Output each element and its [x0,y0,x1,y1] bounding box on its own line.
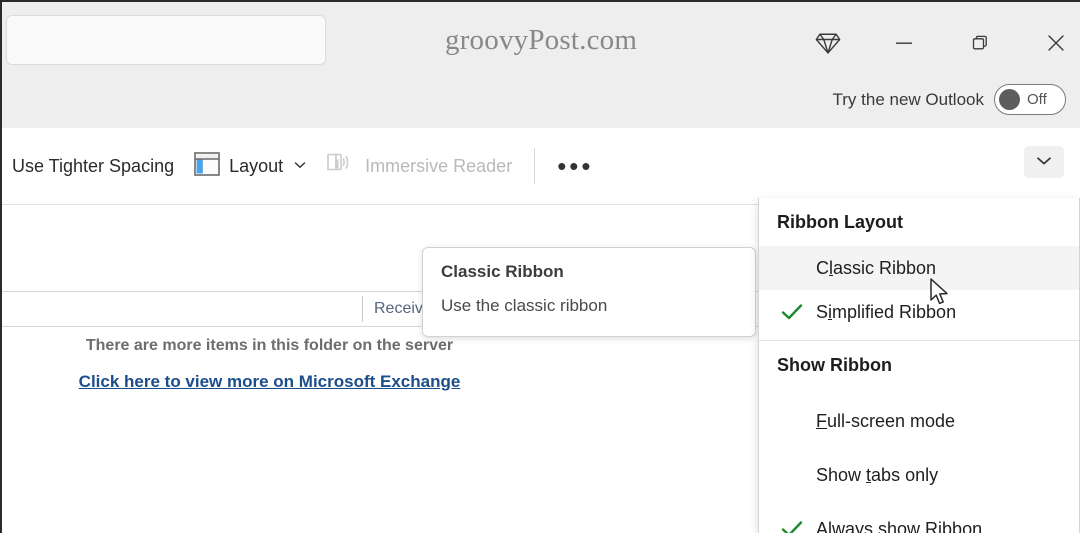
title-bar: groovyPost.com Try the new Outlook Off [2,2,1080,128]
try-new-outlook[interactable]: Try the new Outlook Off [832,84,1066,115]
menu-item-label: Show tabs only [816,464,939,485]
immersive-reader-button: Immersive Reader [316,144,522,188]
outlook-window: groovyPost.com Try the new Outlook Off U… [0,0,1080,533]
checkmark-icon [779,302,805,322]
tooltip-title: Classic Ribbon [441,262,564,281]
try-new-outlook-toggle[interactable]: Off [994,84,1066,115]
classic-ribbon-tooltip: Classic Ribbon Use the classic ribbon [422,247,756,337]
menu-item-label: Classic Ribbon [816,257,937,278]
try-new-outlook-label: Try the new Outlook [832,89,985,109]
menu-group-title-ribbon-layout: Ribbon Layout [777,211,903,232]
restore-icon [969,32,991,54]
search-box[interactable] [6,15,326,65]
menu-spacer [759,497,1079,507]
column-divider[interactable] [362,296,363,322]
view-more-on-exchange-link[interactable]: Click here to view more on Microsoft Exc… [2,372,537,392]
close-button[interactable] [1018,20,1080,66]
chevron-down-icon [294,160,306,172]
chevron-down-icon [1036,153,1052,171]
menu-item-label: Simplified Ribbon [816,301,957,322]
ribbon-display-options-button[interactable] [1024,146,1064,178]
menu-item-show-tabs-only[interactable]: Show tabs only [759,453,1079,497]
menu-item-simplified-ribbon[interactable]: Simplified Ribbon [759,290,1079,334]
layout-button[interactable]: Layout [184,144,316,188]
menu-item-always-show-ribbon[interactable]: Always show Ribbon [759,507,1079,533]
menu-spacer [759,443,1079,453]
menu-item-label: Always show Ribbon [816,518,983,533]
restore-button[interactable] [942,20,1018,66]
use-tighter-spacing-label: Use Tighter Spacing [12,155,175,176]
diamond-icon-button[interactable] [790,20,866,66]
menu-item-full-screen-mode[interactable]: Full-screen mode [759,399,1079,443]
menu-item-label: Full-screen mode [816,410,956,431]
toggle-knob [999,89,1020,110]
checkmark-icon [779,519,805,533]
minimize-button[interactable] [866,20,942,66]
close-icon [1044,31,1068,55]
window-controls [790,20,1080,66]
site-watermark: groovyPost.com [445,24,638,56]
tooltip-description: Use the classic ribbon [441,296,608,315]
minimize-icon [893,32,915,54]
ribbon-overflow-button[interactable]: ••• [547,144,603,188]
menu-item-classic-ribbon[interactable]: Classic Ribbon [759,246,1079,290]
ribbon-display-options-menu: Ribbon Layout Classic Ribbon Simplified … [758,198,1080,533]
ribbon-separator [534,148,536,184]
immersive-reader-label: Immersive Reader [365,155,513,176]
toggle-state-label: Off [1027,91,1047,108]
diamond-icon [814,29,842,57]
more-items-message: There are more items in this folder on t… [85,337,454,354]
layout-icon [194,151,220,181]
layout-label: Layout [229,155,284,176]
use-tighter-spacing-button[interactable]: Use Tighter Spacing [2,144,184,188]
immersive-reader-icon [326,151,356,182]
ribbon-toolbar: Use Tighter Spacing Layout Immersive Rea… [2,128,1080,205]
menu-spacer [759,389,1079,399]
menu-group-title-show-ribbon: Show Ribbon [777,354,892,375]
